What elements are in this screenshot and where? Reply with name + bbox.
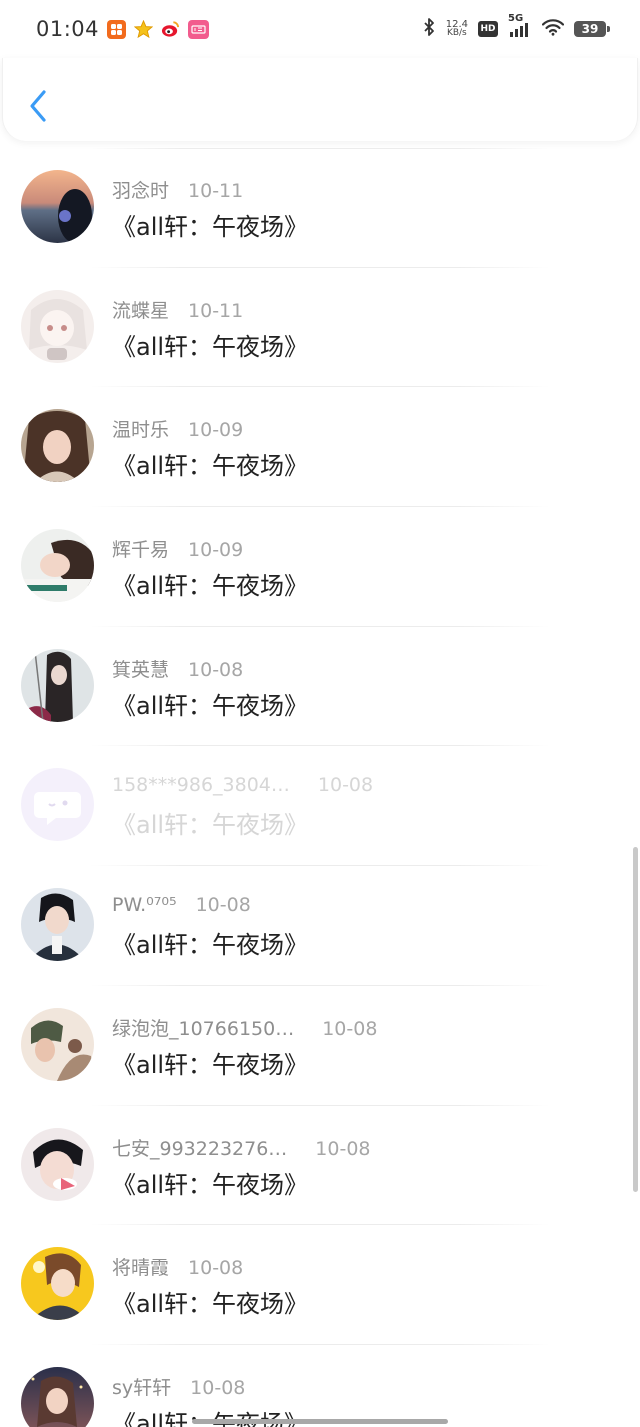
list-item[interactable]: 流蝶星 10-11 《all轩：午夜场》 xyxy=(0,268,640,388)
user-list: 羽念时 10-11 《all轩：午夜场》 流蝶星 10-11 《all轩：午夜场… xyxy=(0,148,640,1427)
cellular-signal-icon: 5G xyxy=(508,13,532,38)
name-line: 158***986_3804… 10-08 xyxy=(112,774,373,796)
name-line: 流蝶星 10-11 xyxy=(112,296,243,323)
username[interactable]: 158***986_3804… xyxy=(112,774,290,796)
work-title[interactable]: 《all轩：午夜场》 xyxy=(112,327,308,362)
work-title[interactable]: 《all轩：午夜场》 xyxy=(112,805,308,840)
avatar[interactable] xyxy=(21,529,94,603)
name-line: 将晴霞 10-08 xyxy=(112,1253,243,1280)
list-item[interactable]: 箕英慧 10-08 《all轩：午夜场》 xyxy=(0,627,640,747)
date: 10-08 xyxy=(317,774,374,797)
avatar[interactable] xyxy=(21,1127,94,1201)
avatar[interactable] xyxy=(21,289,94,363)
list-item[interactable]: 七安_993223276… 10-08 《all轩：午夜场》 xyxy=(0,1106,640,1226)
list-item[interactable]: PW.⁰⁷⁰⁵ 10-08 《all轩：午夜场》 xyxy=(0,866,640,986)
avatar[interactable] xyxy=(21,1366,94,1427)
bluetooth-icon xyxy=(422,18,436,40)
lofter-app-icon xyxy=(188,19,210,39)
notification-icons xyxy=(107,19,210,39)
work-title[interactable]: 《all轩：午夜场》 xyxy=(112,1284,308,1319)
username[interactable]: 绿泡泡_10766150… xyxy=(112,1014,294,1041)
list-item[interactable]: 温时乐 10-09 《all轩：午夜场》 xyxy=(0,387,640,508)
name-line: 辉千易 10-09 xyxy=(112,535,243,562)
work-title[interactable]: 《all轩：午夜场》 xyxy=(112,1045,308,1080)
avatar[interactable] xyxy=(21,768,94,842)
home-indicator[interactable] xyxy=(192,1419,448,1424)
name-line: 羽念时 10-11 xyxy=(112,176,243,203)
username[interactable]: 将晴霞 xyxy=(112,1253,169,1280)
username[interactable]: 辉千易 xyxy=(112,535,169,562)
system-status: 12.4 KB/s HD 5G 39 xyxy=(422,13,610,40)
avatar[interactable] xyxy=(21,1007,94,1081)
back-button[interactable] xyxy=(21,86,55,126)
name-line: 七安_993223276… 10-08 xyxy=(112,1134,371,1161)
avatar[interactable] xyxy=(21,1247,94,1321)
list-item[interactable]: 羽念时 10-11 《all轩：午夜场》 xyxy=(0,148,640,268)
date: 10-08 xyxy=(188,658,244,681)
avatar[interactable] xyxy=(21,648,94,722)
work-title[interactable]: 《all轩：午夜场》 xyxy=(112,686,308,721)
scrollbar[interactable] xyxy=(633,847,638,1192)
work-title[interactable]: 《all轩：午夜场》 xyxy=(112,207,308,242)
taobao-app-icon xyxy=(107,19,127,39)
username[interactable]: 流蝶星 xyxy=(112,296,169,323)
name-line: PW.⁰⁷⁰⁵ 10-08 xyxy=(112,894,251,916)
status-time: 01:04 xyxy=(36,17,100,41)
work-title[interactable]: 《all轩：午夜场》 xyxy=(112,446,308,481)
username[interactable]: sy轩轩 xyxy=(112,1373,171,1400)
username[interactable]: PW.⁰⁷⁰⁵ xyxy=(112,894,177,916)
name-line: 箕英慧 10-08 xyxy=(112,655,243,682)
name-line: 绿泡泡_10766150… 10-08 xyxy=(112,1014,377,1041)
list-item[interactable]: 辉千易 10-09 《all轩：午夜场》 xyxy=(0,507,640,627)
date: 10-09 xyxy=(188,419,244,442)
avatar[interactable] xyxy=(21,170,94,243)
avatar[interactable] xyxy=(21,888,94,962)
work-title[interactable]: 《all轩：午夜场》 xyxy=(112,566,308,601)
header-bar xyxy=(2,58,638,141)
name-line: sy轩轩 10-08 xyxy=(112,1373,245,1400)
star-app-icon xyxy=(134,19,154,39)
net-speed-unit: KB/s xyxy=(446,28,467,38)
list-item[interactable]: 将晴霞 10-08 《all轩：午夜场》 xyxy=(0,1225,640,1345)
date: 10-08 xyxy=(195,894,251,917)
date: 10-11 xyxy=(188,299,244,322)
network-type: 5G xyxy=(508,13,524,24)
wifi-icon xyxy=(541,18,565,40)
weibo-icon xyxy=(161,20,180,39)
hd-badge: HD xyxy=(478,21,498,37)
work-title[interactable]: 《all轩：午夜场》 xyxy=(112,1165,308,1200)
battery-indicator: 39 xyxy=(574,21,610,37)
date: 10-08 xyxy=(190,1376,246,1399)
date: 10-08 xyxy=(188,1257,244,1280)
date: 10-08 xyxy=(322,1017,378,1040)
date: 10-11 xyxy=(188,180,244,202)
list-item[interactable]: sy轩轩 10-08 《all轩：午夜场》 xyxy=(0,1345,640,1427)
date: 10-09 xyxy=(188,539,244,562)
chevron-left-icon xyxy=(30,90,46,122)
status-bar: 01:04 12.4 KB/s HD 5G 39 xyxy=(0,0,640,58)
username[interactable]: 羽念时 xyxy=(112,176,169,203)
date: 10-08 xyxy=(315,1137,371,1160)
name-line: 温时乐 10-09 xyxy=(112,415,243,442)
username[interactable]: 七安_993223276… xyxy=(112,1134,287,1161)
net-speed: 12.4 KB/s xyxy=(446,20,468,38)
username[interactable]: 箕英慧 xyxy=(112,655,169,682)
list-item[interactable]: 绿泡泡_10766150… 10-08 《all轩：午夜场》 xyxy=(0,986,640,1106)
default-avatar-icon xyxy=(21,768,94,842)
username[interactable]: 温时乐 xyxy=(112,415,169,442)
list-item[interactable]: 158***986_3804… 10-08 《all轩：午夜场》 xyxy=(0,746,640,867)
avatar[interactable] xyxy=(21,409,94,483)
work-title[interactable]: 《all轩：午夜场》 xyxy=(112,925,308,960)
